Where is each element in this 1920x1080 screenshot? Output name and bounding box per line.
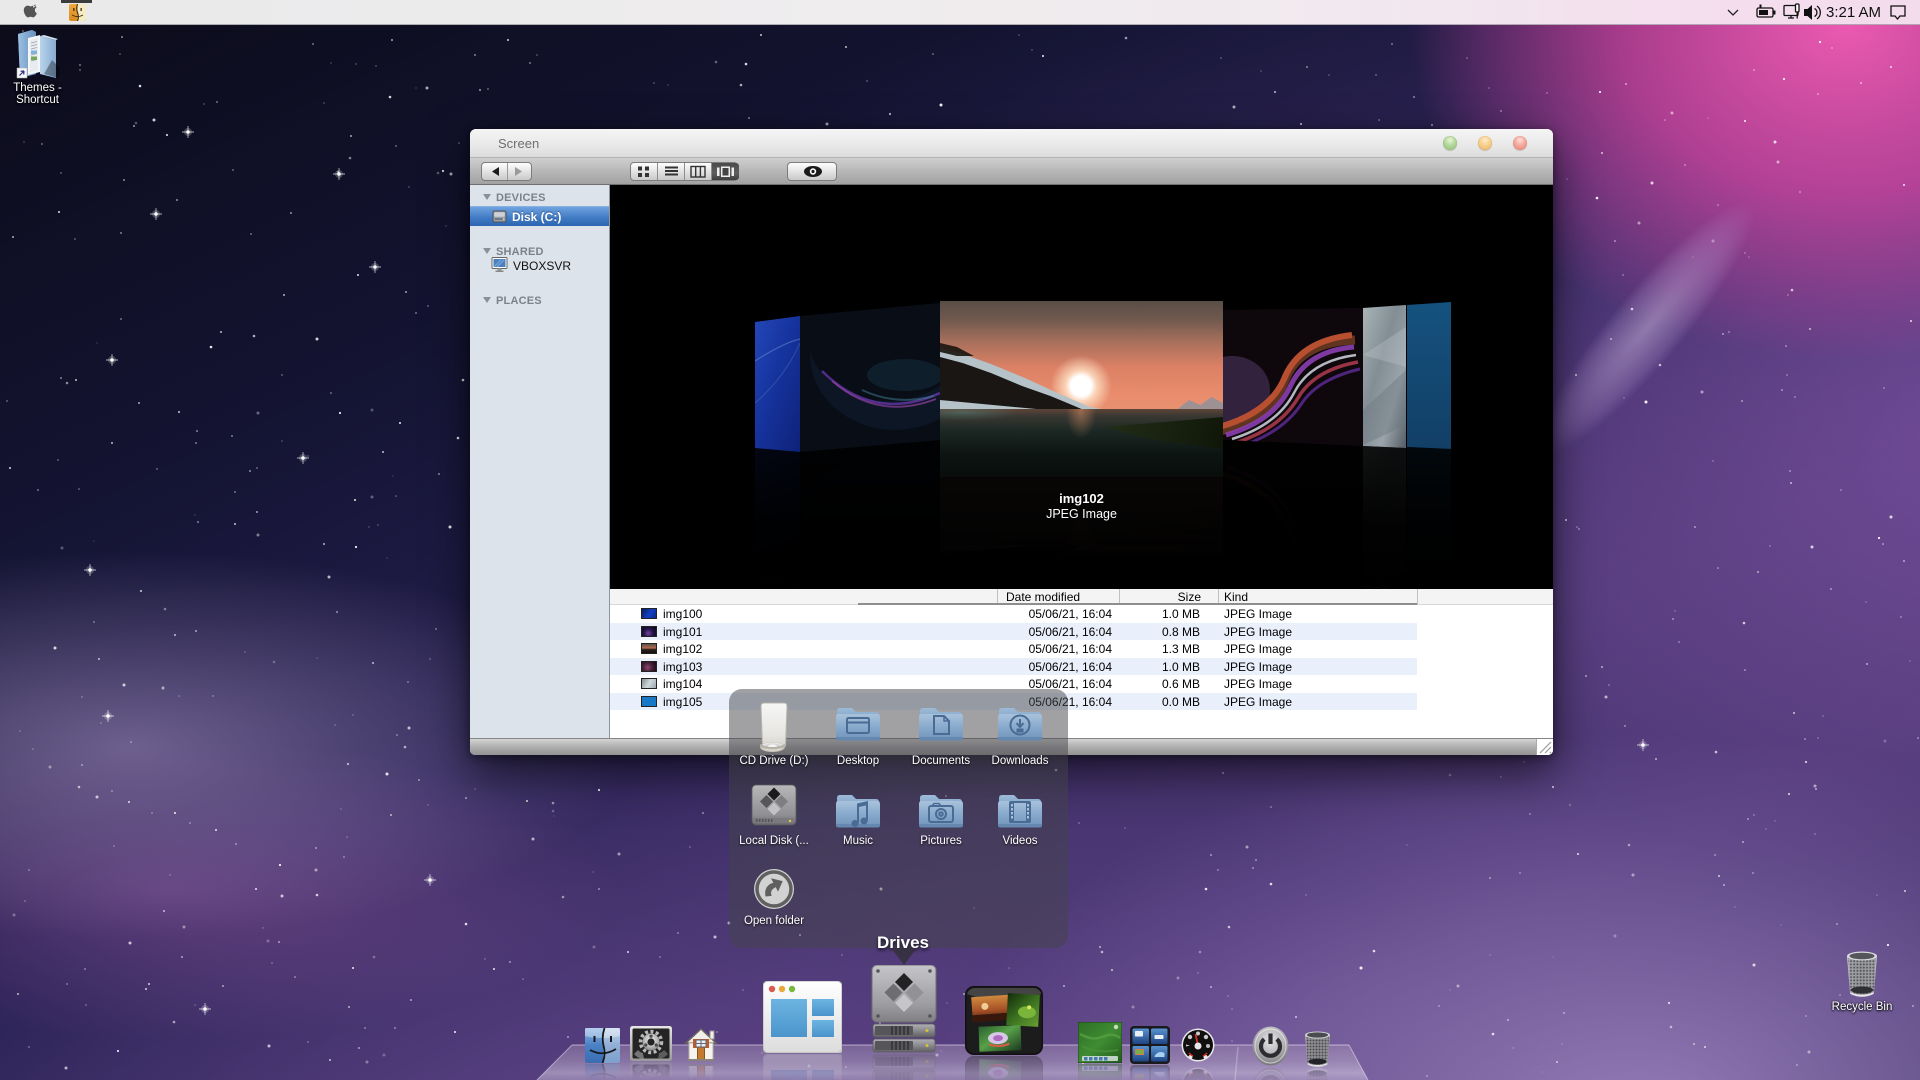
svg-text:3:21 AM: 3:21 AM <box>1826 4 1881 21</box>
